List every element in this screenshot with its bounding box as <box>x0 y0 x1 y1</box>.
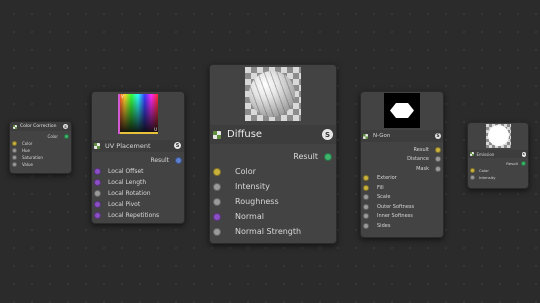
input-color: Color <box>10 140 71 147</box>
input-port[interactable] <box>363 213 369 220</box>
input-port[interactable] <box>470 168 475 173</box>
input-port[interactable] <box>363 184 369 191</box>
input-local-repetitions: Local Repetitions <box>92 210 184 221</box>
input-normal-strength: Normal Strength <box>210 224 336 239</box>
input-intensity: Intensity <box>210 179 336 194</box>
node-title: Diffuse <box>227 129 263 140</box>
checker-node-icon <box>470 152 474 156</box>
input-port[interactable] <box>213 227 221 236</box>
input-port[interactable] <box>94 179 101 186</box>
u-axis-label: U <box>154 127 157 132</box>
uv-preview-thumbnail: U V <box>118 94 158 134</box>
input-port[interactable] <box>363 194 369 201</box>
input-outer-softness: Outer Softness <box>361 202 443 212</box>
input-port[interactable] <box>213 197 221 206</box>
input-port[interactable] <box>363 222 369 229</box>
node-header[interactable]: Diffuse S <box>210 125 336 144</box>
output-color: Color <box>10 133 71 140</box>
output-port[interactable] <box>435 146 441 153</box>
input-port[interactable] <box>94 190 101 197</box>
input-hue: Hue <box>10 147 71 154</box>
input-port[interactable] <box>363 203 369 210</box>
diffuse-preview-thumbnail <box>245 67 301 121</box>
input-port[interactable] <box>94 201 101 208</box>
sphere-preview-icon <box>249 71 295 117</box>
checker-node-icon <box>94 143 100 149</box>
output-port[interactable] <box>64 134 69 139</box>
output-port[interactable] <box>435 156 441 163</box>
input-local-length: Local Length <box>92 177 184 188</box>
node-title: Color Correction <box>20 124 57 129</box>
input-port[interactable] <box>12 155 17 160</box>
input-local-pivot: Local Pivot <box>92 199 184 210</box>
node-title: UV Placement <box>105 142 151 150</box>
output-result: Result <box>361 145 443 155</box>
input-inner-softness: Inner Softness <box>361 212 443 222</box>
node-diffuse[interactable]: Diffuse S Result Color Intensity Roughne… <box>209 64 337 244</box>
input-color: Color <box>468 167 528 174</box>
node-header[interactable]: Emission S <box>468 150 528 158</box>
input-port[interactable] <box>12 148 17 153</box>
output-port[interactable] <box>175 157 182 164</box>
node-uv-placement[interactable]: U V UV Placement S Result Local Offset L… <box>91 91 185 224</box>
checker-node-icon <box>363 133 368 139</box>
input-local-offset: Local Offset <box>92 166 184 177</box>
n-gon-preview-thumbnail <box>384 93 420 128</box>
output-distance: Distance <box>361 155 443 165</box>
input-port[interactable] <box>213 182 221 191</box>
checker-node-icon <box>13 124 17 129</box>
node-color-correction[interactable]: Color Correction S Color Color Hue Satur… <box>9 121 72 174</box>
s-badge-icon: S <box>435 133 441 139</box>
v-axis <box>118 94 120 134</box>
node-emission[interactable]: Emission S Result Color Intensity <box>467 122 529 189</box>
input-scale: Scale <box>361 193 443 203</box>
input-port[interactable] <box>94 212 101 219</box>
output-port[interactable] <box>324 152 332 161</box>
input-saturation: Saturation <box>10 154 71 161</box>
input-port[interactable] <box>12 141 17 146</box>
white-sphere-icon <box>487 125 509 146</box>
output-result: Result <box>92 155 184 166</box>
s-badge-icon: S <box>63 124 68 129</box>
input-port[interactable] <box>470 175 475 180</box>
node-header[interactable]: N-Gon S <box>361 130 443 142</box>
output-result: Result <box>468 160 528 167</box>
s-badge-icon: S <box>521 152 526 157</box>
node-header[interactable]: Color Correction S <box>10 122 71 131</box>
output-port[interactable] <box>435 165 441 172</box>
u-axis <box>118 132 158 134</box>
v-axis-label: V <box>121 94 124 99</box>
output-mask: Mask <box>361 164 443 174</box>
input-value: Value <box>10 161 71 168</box>
input-color: Color <box>210 164 336 179</box>
input-intensity: Intensity <box>468 174 528 181</box>
node-header[interactable]: UV Placement S <box>92 140 184 152</box>
node-title: Emission <box>476 151 495 157</box>
node-title: N-Gon <box>373 133 391 139</box>
output-port[interactable] <box>521 161 526 166</box>
input-port[interactable] <box>213 167 221 176</box>
input-local-rotation: Local Rotation <box>92 188 184 199</box>
emission-preview-thumbnail <box>485 124 511 148</box>
input-normal: Normal <box>210 209 336 224</box>
s-badge-icon: S <box>174 142 181 149</box>
input-sides: Sides <box>361 221 443 231</box>
checker-node-icon <box>213 130 221 139</box>
output-result: Result <box>210 149 336 164</box>
input-fill: Fill <box>361 183 443 193</box>
input-port[interactable] <box>363 175 369 182</box>
input-port[interactable] <box>213 212 221 221</box>
input-port[interactable] <box>94 168 101 175</box>
input-port[interactable] <box>12 162 17 167</box>
input-exterior: Exterior <box>361 174 443 184</box>
node-n-gon[interactable]: N-Gon S Result Distance Mask Exterior Fi… <box>360 91 444 238</box>
input-roughness: Roughness <box>210 194 336 209</box>
s-badge-icon: S <box>322 129 333 140</box>
hexagon-icon <box>390 103 414 118</box>
